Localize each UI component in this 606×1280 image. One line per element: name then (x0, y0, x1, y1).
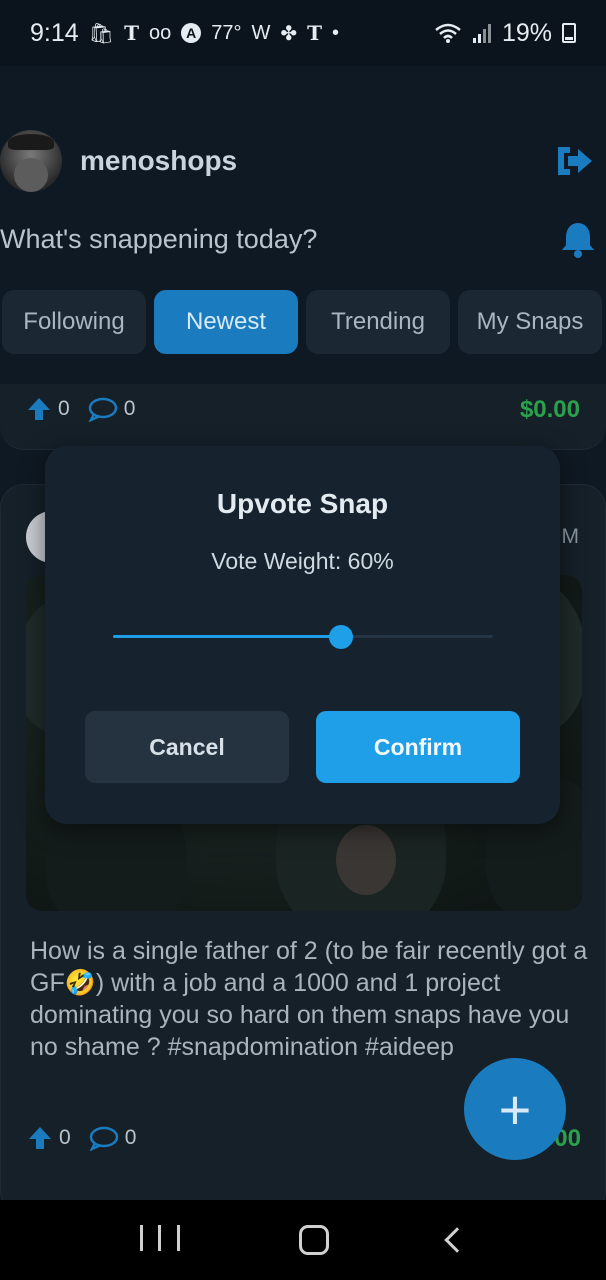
create-snap-button[interactable]: + (464, 1058, 566, 1160)
cancel-button[interactable]: Cancel (85, 711, 289, 783)
signal-icon (472, 24, 491, 43)
snap-stats: 0 0 (27, 1125, 136, 1151)
tab-newest[interactable]: Newest (154, 290, 298, 354)
status-bar: 9:14 🛍 T oo A 77° W ✤ T • 19% (0, 0, 606, 66)
w-icon: W (251, 21, 271, 44)
arc-icon: A (181, 23, 202, 43)
weather-temp: 77° (211, 21, 242, 44)
snap-stats: 0 0 (26, 396, 135, 422)
comment-count: 0 (123, 397, 136, 420)
dot-icon: • (332, 21, 340, 44)
feed-tabs: Following Newest Trending My Snaps (2, 290, 602, 354)
comment-count: 0 (124, 1126, 137, 1149)
vote-weight-label: Vote Weight: 60% (211, 548, 394, 574)
payout-value: $0.00 (519, 396, 580, 423)
avatar[interactable] (0, 130, 62, 192)
comment-icon[interactable] (89, 1125, 119, 1151)
post-text: How is a single father of 2 (to be fair … (30, 937, 588, 1061)
t-mobile-icon: T (124, 21, 139, 45)
voicemail-icon: oo (148, 21, 172, 44)
recent-apps-icon[interactable] (139, 1225, 180, 1255)
comment-icon[interactable] (88, 396, 118, 422)
pinwheel-icon: ✤ (280, 22, 298, 45)
slider-thumb[interactable] (329, 625, 353, 649)
username: menoshops (80, 145, 238, 176)
profile[interactable]: menoshops (0, 130, 237, 192)
status-time: 9:14 (30, 18, 79, 47)
t-mobile-icon: T (307, 21, 322, 45)
shopping-bag-icon: 🛍 (88, 22, 115, 45)
post-time: M (561, 525, 580, 548)
system-nav-bar (0, 1200, 606, 1280)
status-icons: 🛍 T oo A 77° W ✤ T • (89, 21, 339, 46)
logout-icon[interactable] (554, 143, 594, 179)
modal-title: Upvote Snap (216, 488, 389, 519)
upvote-count: 0 (59, 1126, 71, 1149)
tab-trending[interactable]: Trending (306, 290, 450, 354)
tab-following[interactable]: Following (2, 290, 146, 354)
upvote-icon[interactable] (27, 1125, 53, 1151)
wifi-icon (435, 23, 461, 43)
battery-percent: 19% (501, 18, 552, 47)
status-right: 19% (434, 19, 576, 48)
tab-my-snaps[interactable]: My Snaps (458, 290, 602, 354)
upvote-modal: Upvote Snap Vote Weight: 60% Cancel Conf… (45, 446, 560, 824)
bell-icon[interactable] (558, 220, 598, 260)
confirm-button[interactable]: Confirm (316, 711, 520, 783)
upvote-count: 0 (58, 397, 70, 420)
plus-icon: + (498, 1077, 532, 1141)
back-icon[interactable] (444, 1227, 471, 1253)
prompt-text: What's snappening today? (0, 224, 318, 254)
home-icon[interactable] (298, 1225, 329, 1255)
vote-weight-slider[interactable] (113, 622, 493, 652)
slider-fill (113, 635, 341, 638)
battery-icon (562, 23, 576, 43)
upvote-icon[interactable] (26, 396, 52, 422)
snap-card: 0 0 $0.00 (0, 384, 606, 450)
